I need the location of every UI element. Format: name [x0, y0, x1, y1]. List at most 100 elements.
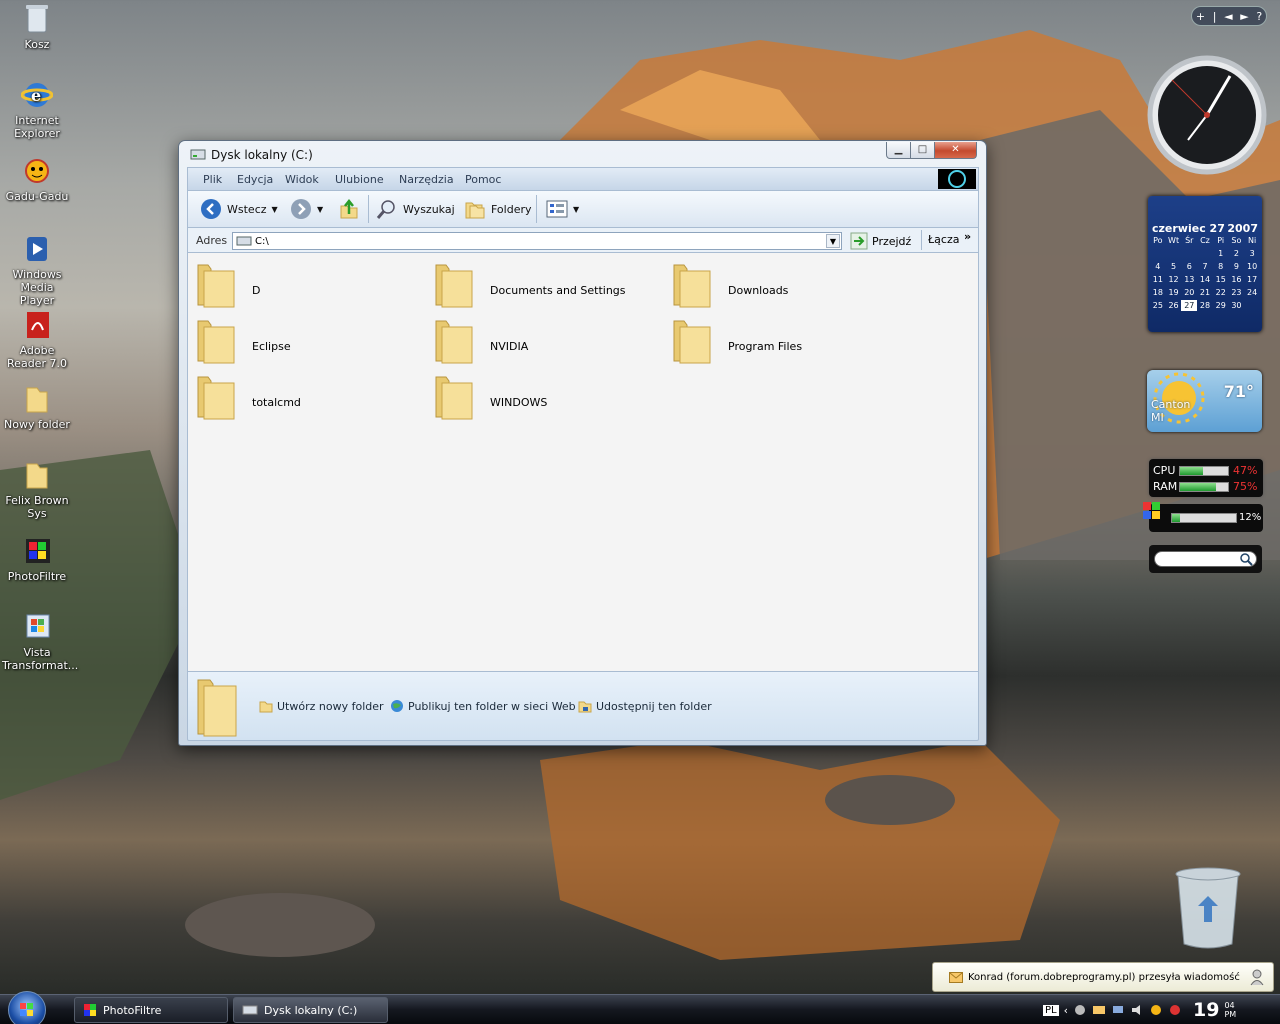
desktop-icon-adobe-reader[interactable]: Adobe Reader 7.0 [2, 308, 72, 370]
search-gadget-input[interactable] [1154, 551, 1257, 567]
calendar-day[interactable]: 18 [1150, 287, 1166, 298]
menu-widok[interactable]: Widok [285, 173, 319, 186]
folder-content-area[interactable]: D Documents and Settings Downloads Eclip… [187, 253, 979, 671]
disk-gadget[interactable]: 12% [1143, 502, 1263, 532]
back-button[interactable]: Wstecz ▼ [200, 197, 278, 221]
menu-narzedzia[interactable]: Narzędzia [399, 173, 454, 186]
calendar-day[interactable]: 8 [1213, 261, 1229, 272]
calendar-day[interactable]: 10 [1244, 261, 1260, 272]
calendar-day[interactable]: 9 [1229, 261, 1245, 272]
start-button[interactable] [8, 991, 46, 1024]
notification-balloon[interactable]: Konrad (forum.dobreprogramy.pl) przesyła… [932, 962, 1274, 992]
calendar-day[interactable]: 16 [1229, 274, 1245, 285]
maximize-button[interactable]: □ [910, 142, 935, 159]
calendar-day[interactable]: 23 [1229, 287, 1245, 298]
calendar-day[interactable]: 11 [1150, 274, 1166, 285]
security-tray-icon[interactable] [1168, 1003, 1182, 1017]
folder-item[interactable]: NVIDIA [432, 317, 662, 367]
calendar-day[interactable]: 1 [1213, 248, 1229, 259]
sidebar-add-button[interactable]: + [1196, 10, 1205, 23]
sidebar-controls[interactable]: + | ◄ ► ? [1191, 6, 1267, 26]
folder-item[interactable]: WINDOWS [432, 373, 662, 423]
calendar-day[interactable]: 4 [1150, 261, 1166, 272]
clock-gadget[interactable] [1146, 54, 1268, 176]
folder-item[interactable]: Eclipse [194, 317, 424, 367]
calendar-day[interactable]: 13 [1181, 274, 1197, 285]
calendar-day[interactable]: 28 [1197, 300, 1213, 311]
chevron-down-icon[interactable]: ▼ [272, 205, 278, 214]
calendar-day[interactable]: 19 [1166, 287, 1182, 298]
calendar-day[interactable]: 20 [1181, 287, 1197, 298]
desktop-icon-new-folder[interactable]: Nowy folder [2, 382, 72, 431]
calendar-day[interactable]: 29 [1213, 300, 1229, 311]
folder-item[interactable]: D [194, 261, 424, 311]
search-gadget[interactable] [1149, 545, 1262, 573]
sidebar-prev-button[interactable]: ◄ [1224, 10, 1232, 23]
calendar-day[interactable]: 17 [1244, 274, 1260, 285]
links-button[interactable]: Łącza [928, 233, 960, 246]
gadu-gadu-tray-icon[interactable] [1149, 1003, 1163, 1017]
folder-item[interactable]: Documents and Settings [432, 261, 662, 311]
cpu-meter-gadget[interactable]: CPU 47% RAM 75% [1149, 459, 1263, 497]
calendar-day[interactable]: 25 [1150, 300, 1166, 311]
desktop-icon-felix-brown-sys[interactable]: Felix Brown Sys [2, 458, 72, 520]
minimize-button[interactable]: ▁ [886, 142, 911, 159]
folder-item[interactable]: Downloads [670, 261, 900, 311]
folders-button[interactable]: Foldery [464, 197, 532, 221]
go-button[interactable]: Przejdź [850, 232, 911, 250]
taskbar-button-photofiltre[interactable]: PhotoFiltre [74, 997, 228, 1023]
calendar-day[interactable]: 27 [1181, 300, 1198, 311]
calendar-day[interactable]: 2 [1229, 248, 1245, 259]
calendar-day[interactable]: 30 [1229, 300, 1245, 311]
calendar-day[interactable] [1150, 248, 1166, 259]
calendar-gadget[interactable]: czerwiec 27 2007 Po Wt Śr Cz Pi So Ni 1 2 3 4 5 6 7 8 9 1… [1148, 196, 1262, 332]
desktop-icon-photofiltre[interactable]: PhotoFiltre [2, 534, 72, 583]
sidebar-help-button[interactable]: ? [1256, 10, 1262, 23]
desktop-icon-gadu-gadu[interactable]: Gadu-Gadu [2, 154, 72, 203]
tray-expand-icon[interactable]: ‹ [1064, 1004, 1068, 1017]
explorer-window[interactable]: Dysk lokalny (C:) ▁ □ ✕ Plik Edycja Wido… [178, 140, 987, 746]
calendar-day[interactable] [1244, 300, 1260, 311]
weather-gadget[interactable]: 71° Canton MI [1147, 370, 1262, 432]
desktop-icon-media-player[interactable]: Windows Media Player [2, 232, 72, 307]
language-indicator[interactable]: PL [1043, 1004, 1059, 1016]
calendar-day[interactable] [1181, 248, 1197, 259]
calendar-day[interactable]: 14 [1197, 274, 1213, 285]
calendar-day[interactable]: 12 [1166, 274, 1182, 285]
folder-item[interactable]: totalcmd [194, 373, 424, 423]
calendar-day[interactable]: 7 [1197, 261, 1213, 272]
publish-web-task[interactable]: Publikuj ten folder w sieci Web [390, 699, 576, 713]
address-input[interactable]: C:\ ▼ [232, 232, 842, 250]
window-titlebar[interactable]: Dysk lokalny (C:) ▁ □ ✕ [179, 141, 986, 167]
taskbar-button-explorer[interactable]: Dysk lokalny (C:) [233, 997, 388, 1023]
address-dropdown-button[interactable]: ▼ [826, 234, 840, 248]
clock-hour[interactable]: 19 [1193, 999, 1219, 1021]
search-button[interactable]: Wyszukaj [376, 197, 455, 221]
calendar-day[interactable] [1166, 248, 1182, 259]
menu-pomoc[interactable]: Pomoc [465, 173, 501, 186]
folder-item[interactable]: Program Files [670, 317, 900, 367]
calendar-day[interactable]: 3 [1244, 248, 1260, 259]
calendar-day[interactable]: 6 [1181, 261, 1197, 272]
calendar-day[interactable] [1197, 248, 1213, 259]
mail-tray-icon[interactable] [1092, 1003, 1106, 1017]
views-button[interactable]: ▼ [546, 197, 579, 221]
recycle-bin-large-icon[interactable] [1172, 866, 1244, 952]
chevron-down-icon[interactable]: ▼ [573, 205, 579, 214]
menu-plik[interactable]: Plik [203, 173, 222, 186]
calendar-day[interactable]: 22 [1213, 287, 1229, 298]
close-button[interactable]: ✕ [934, 142, 977, 159]
chevron-right-icon[interactable]: » [964, 230, 971, 243]
calendar-day[interactable]: 26 [1166, 300, 1182, 311]
network-tray-icon[interactable] [1111, 1003, 1125, 1017]
desktop-icon-internet-explorer[interactable]: e Internet Explorer [2, 78, 72, 140]
calendar-day[interactable]: 15 [1213, 274, 1229, 285]
menu-edycja[interactable]: Edycja [237, 173, 273, 186]
forward-button[interactable]: ▼ [290, 197, 323, 221]
settings-tray-icon[interactable] [1073, 1003, 1087, 1017]
up-folder-button[interactable] [338, 197, 360, 221]
menu-ulubione[interactable]: Ulubione [335, 173, 384, 186]
desktop-icon-vista-transformation[interactable]: Vista Transformat... [2, 610, 78, 672]
desktop-icon-recycle-bin[interactable]: Kosz [2, 2, 72, 51]
calendar-day[interactable]: 21 [1197, 287, 1213, 298]
